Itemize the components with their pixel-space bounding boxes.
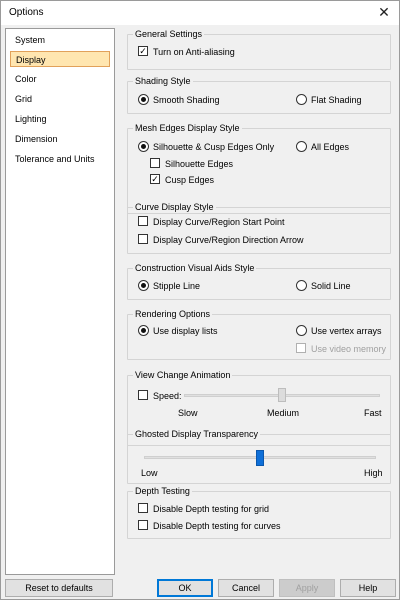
sidebar-item-dimension[interactable]: Dimension [10,131,110,147]
construction-aids-group: Construction Visual Aids Style Stipple L… [127,262,391,300]
rendering-options-group: Rendering Options Use display lists Use … [127,308,391,360]
stipple-line-label: Stipple Line [153,281,201,291]
general-settings-group: General Settings ✓ Turn on Anti-aliasing [127,28,391,70]
speed-slow-tick: Slow [178,408,198,418]
rendering-options-title: Rendering Options [133,308,213,320]
construction-aids-title: Construction Visual Aids Style [133,262,257,274]
anti-aliasing-label: Turn on Anti-aliasing [153,47,235,57]
curve-display-group: Curve Display Style Display Curve/Region… [127,201,391,254]
depth-grid-checkbox[interactable] [138,503,148,513]
silhouette-edges-label: Silhouette Edges [165,159,234,169]
speed-checkbox[interactable] [138,390,148,400]
sidebar-item-system[interactable]: System [10,32,110,48]
depth-grid-label: Disable Depth testing for grid [153,504,270,514]
close-icon[interactable]: ✕ [369,1,399,25]
display-lists-label: Use display lists [153,326,218,336]
video-memory-checkbox[interactable] [296,343,306,353]
sidebar-item-tolerance-units[interactable]: Tolerance and Units [10,151,110,167]
shading-style-title: Shading Style [133,75,193,87]
ghosted-transparency-group: Ghosted Display Transparency Low High [127,428,391,484]
cusp-edges-label: Cusp Edges [165,175,215,185]
general-settings-title: General Settings [133,28,205,40]
direction-arrow-checkbox[interactable] [138,234,148,244]
solid-line-label: Solid Line [311,281,351,291]
speed-fast-tick: Fast [364,408,382,418]
apply-button[interactable]: Apply [279,579,335,597]
depth-testing-title: Depth Testing [133,485,192,497]
smooth-shading-label: Smooth Shading [153,95,220,105]
display-lists-radio[interactable] [138,325,149,336]
cancel-button[interactable]: Cancel [218,579,274,597]
stipple-line-radio[interactable] [138,280,149,291]
category-list: System Display Color Grid Lighting Dimen… [5,28,115,575]
smooth-shading-radio[interactable] [138,94,149,105]
start-point-checkbox[interactable] [138,216,148,226]
depth-testing-group: Depth Testing Disable Depth testing for … [127,485,391,539]
anti-aliasing-checkbox[interactable]: ✓ [138,46,148,56]
help-button[interactable]: Help [340,579,396,597]
speed-medium-tick: Medium [267,408,300,418]
direction-arrow-label: Display Curve/Region Direction Arrow [153,235,304,245]
silhouette-cusp-radio[interactable] [138,141,149,152]
silhouette-cusp-label: Silhouette & Cusp Edges Only [153,142,275,152]
view-animation-title: View Change Animation [133,369,233,381]
flat-shading-label: Flat Shading [311,95,362,105]
transparency-slider-thumb[interactable] [256,450,264,466]
options-dialog: Options ✕ System Display Color Grid Ligh… [0,0,400,600]
shading-style-group: Shading Style Smooth Shading Flat Shadin… [127,75,391,114]
vertex-arrays-label: Use vertex arrays [311,326,382,336]
vertex-arrays-radio[interactable] [296,325,307,336]
flat-shading-radio[interactable] [296,94,307,105]
silhouette-edges-checkbox[interactable] [150,158,160,168]
speed-label: Speed: [153,391,182,401]
title-bar: Options ✕ [1,1,399,25]
transparency-low-tick: Low [141,468,158,478]
video-memory-label: Use video memory [311,344,387,354]
transparency-high-tick: High [364,468,383,478]
sidebar-item-display[interactable]: Display [10,51,110,67]
all-edges-label: All Edges [311,142,350,152]
solid-line-radio[interactable] [296,280,307,291]
mesh-edges-title: Mesh Edges Display Style [133,122,242,134]
ghosted-transparency-title: Ghosted Display Transparency [133,428,261,440]
window-title: Options [9,7,44,18]
sidebar-item-lighting[interactable]: Lighting [10,111,110,127]
depth-curves-checkbox[interactable] [138,520,148,530]
start-point-label: Display Curve/Region Start Point [153,217,285,227]
curve-display-title: Curve Display Style [133,201,216,213]
display-settings-panel: General Settings ✓ Turn on Anti-aliasing… [123,28,397,575]
depth-curves-label: Disable Depth testing for curves [153,521,281,531]
sidebar-item-grid[interactable]: Grid [10,91,110,107]
ok-button[interactable]: OK [157,579,213,597]
speed-slider-thumb[interactable] [278,388,286,402]
cusp-edges-checkbox[interactable]: ✓ [150,174,160,184]
sidebar-item-color[interactable]: Color [10,71,110,87]
all-edges-radio[interactable] [296,141,307,152]
reset-defaults-button[interactable]: Reset to defaults [5,579,113,597]
